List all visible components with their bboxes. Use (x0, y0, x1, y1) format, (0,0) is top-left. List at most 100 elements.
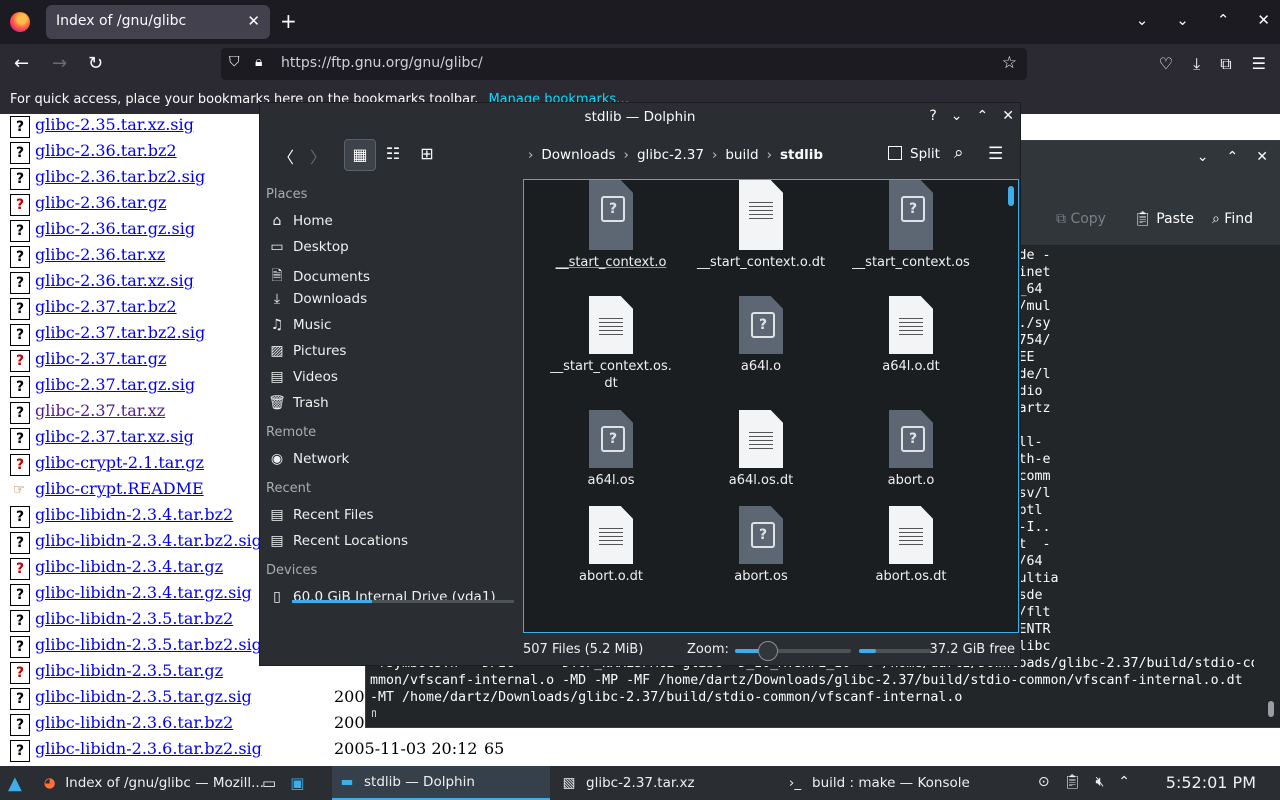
volume-muted-icon[interactable]: 🔇︎ (1095, 774, 1104, 790)
forward-icon[interactable]: 〉 (310, 144, 326, 168)
zoom-slider[interactable] (735, 641, 851, 661)
file-link[interactable]: glibc-2.37.tar.xz.sig (35, 427, 194, 446)
new-tab-icon[interactable]: + (280, 9, 297, 33)
file-link[interactable]: glibc-crypt.README (35, 479, 204, 498)
file-link[interactable]: glibc-2.36.tar.bz2.sig (35, 167, 205, 186)
downloads-icon[interactable]: ⤓ (1193, 54, 1200, 74)
breadcrumb-item[interactable]: build (725, 147, 758, 163)
taskbar-item[interactable]: ▧ glibc-2.37.tar.xz (554, 766, 782, 800)
file-item[interactable] (536, 180, 686, 242)
clock[interactable]: 5:52:01 PM (1166, 773, 1256, 792)
file-item[interactable]: a64l.os (536, 410, 686, 489)
close-window-icon[interactable]: ✕ (1257, 11, 1270, 29)
search-icon[interactable]: ⌕ (954, 143, 964, 163)
places-item[interactable]: ▨ Pictures (268, 343, 346, 359)
places-item[interactable]: 🗎︎ Documents (268, 265, 370, 289)
split-button[interactable]: Split (888, 146, 940, 162)
url-bar[interactable]: ⛉ 🔒︎ https://ftp.gnu.org/gnu/glibc/ ☆ (221, 48, 1027, 80)
places-item[interactable]: ♫ Music (268, 317, 332, 333)
file-item[interactable] (686, 180, 836, 242)
file-link[interactable]: glibc-libidn-2.3.5.tar.bz2 (35, 609, 233, 628)
places-item[interactable]: ⌂ Home (268, 213, 333, 229)
file-link[interactable]: glibc-2.35.tar.xz.sig (35, 115, 194, 134)
minimize-icon[interactable]: ⌄ (951, 108, 963, 124)
places-item[interactable]: ◉ Network (268, 451, 349, 467)
help-icon[interactable]: ? (929, 108, 936, 124)
store-icon[interactable]: ▣ (290, 774, 304, 792)
file-item[interactable]: abort.os (686, 506, 836, 585)
close-icon[interactable]: ✕ (1002, 108, 1014, 124)
file-link[interactable]: glibc-libidn-2.3.4.tar.gz.sig (35, 583, 252, 602)
file-link[interactable]: glibc-libidn-2.3.4.tar.gz (35, 557, 223, 576)
file-view[interactable]: __start_context.o __start_context.o.dt __s… (523, 179, 1019, 633)
close-tab-icon[interactable]: ✕ (247, 12, 260, 30)
file-link[interactable]: glibc-libidn-2.3.4.tar.bz2 (35, 505, 233, 524)
minimize-icon[interactable]: ⌄ (1197, 149, 1209, 165)
minimize-icon[interactable]: ⌄ (1176, 11, 1189, 29)
places-item[interactable]: ▭ Desktop (268, 239, 348, 255)
updates-icon[interactable]: ⊙ (1038, 774, 1050, 790)
file-item[interactable]: a64l.o (686, 296, 836, 375)
terminal-scrollbar[interactable] (1268, 249, 1274, 717)
breadcrumb-item[interactable]: Downloads (541, 147, 615, 163)
file-link[interactable]: glibc-libidn-2.3.5.tar.gz.sig (35, 687, 252, 706)
taskbar-item[interactable]: ▬ stdlib — Dolphin (332, 766, 550, 800)
file-item[interactable]: __start_context.os. dt (536, 296, 686, 392)
maximize-icon[interactable]: ⌃ (1217, 11, 1230, 29)
extensions-icon[interactable]: ⧉ (1220, 54, 1231, 74)
copy-button[interactable]: ⧉ Copy (1056, 211, 1106, 227)
clipboard-icon[interactable]: 📋︎ (1064, 774, 1082, 790)
file-link[interactable]: glibc-libidn-2.3.4.tar.bz2.sig (35, 531, 262, 550)
breadcrumb-item[interactable]: stdlib (780, 147, 823, 163)
reload-icon[interactable]: ↻ (88, 53, 103, 74)
places-item[interactable]: ▤ Videos (268, 369, 337, 385)
file-link[interactable]: glibc-2.37.tar.gz (35, 349, 166, 368)
zoom-slider-handle[interactable] (758, 641, 779, 661)
icons-view-icon[interactable]: ▦ (344, 139, 376, 171)
file-link[interactable]: glibc-libidn-2.3.6.tar.bz2.sig (35, 739, 262, 758)
browser-tab[interactable]: Index of /gnu/glibc ✕ (46, 5, 270, 39)
shield-icon[interactable]: ⛉ (229, 54, 240, 70)
paste-button[interactable]: 📋︎ Paste (1134, 211, 1194, 227)
breadcrumb-item[interactable]: glibc-2.37 (637, 147, 704, 163)
back-icon[interactable]: 〈 (278, 144, 294, 168)
file-link[interactable]: glibc-2.37.tar.xz (35, 401, 165, 420)
places-item[interactable]: 🗑︎ Trash (268, 395, 329, 411)
pocket-icon[interactable]: ♡ (1159, 54, 1173, 74)
file-link[interactable]: glibc-crypt-2.1.tar.gz (35, 453, 204, 472)
tray-expand-icon[interactable]: ⌃ (1118, 774, 1130, 790)
file-link[interactable]: glibc-2.36.tar.bz2 (35, 141, 177, 160)
hamburger-menu-icon[interactable]: ☰ (988, 144, 1003, 164)
taskbar-item[interactable]: ◕ Index of /gnu/glibc — Mozill... (36, 766, 264, 800)
file-item[interactable]: abort.o.dt (536, 506, 686, 585)
bookmark-star-icon[interactable]: ☆ (1002, 53, 1017, 73)
compact-view-icon[interactable]: ☷ (378, 139, 408, 169)
file-link[interactable]: glibc-2.36.tar.xz.sig (35, 271, 194, 290)
lock-icon[interactable]: 🔒︎ (255, 54, 262, 70)
file-link[interactable]: glibc-2.37.tar.bz2 (35, 297, 177, 316)
forward-icon[interactable]: → (52, 53, 67, 74)
back-icon[interactable]: ← (14, 53, 29, 74)
file-link[interactable]: glibc-libidn-2.3.5.tar.gz (35, 661, 223, 680)
file-item[interactable]: a64l.os.dt (686, 410, 836, 489)
places-item[interactable]: ▤ Recent Files (268, 507, 373, 523)
file-item[interactable] (836, 180, 986, 242)
file-link[interactable]: glibc-2.36.tar.gz.sig (35, 219, 195, 238)
app-launcher-icon[interactable]: ▲ (8, 766, 22, 800)
file-item[interactable]: a64l.o.dt (836, 296, 986, 375)
url-text[interactable]: https://ftp.gnu.org/gnu/glibc/ (281, 55, 483, 71)
maximize-icon[interactable]: ⌃ (1227, 149, 1239, 165)
file-link[interactable]: glibc-2.36.tar.gz (35, 193, 166, 212)
find-button[interactable]: ⌕ Find (1212, 211, 1253, 227)
file-link[interactable]: glibc-2.37.tar.bz2.sig (35, 323, 205, 342)
maximize-icon[interactable]: ⌃ (977, 108, 989, 124)
file-link[interactable]: glibc-2.37.tar.gz.sig (35, 375, 195, 394)
firefox-logo-icon[interactable] (10, 12, 30, 32)
taskbar-item[interactable]: ›_ build : make — Konsole (780, 766, 1026, 800)
show-desktop-icon[interactable]: ▭ (262, 774, 276, 792)
file-link[interactable]: glibc-libidn-2.3.5.tar.bz2.sig (35, 635, 262, 654)
file-item[interactable]: abort.os.dt (836, 506, 986, 585)
file-item[interactable]: abort.o (836, 410, 986, 489)
places-item[interactable]: ⤓ Downloads (268, 291, 367, 307)
file-link[interactable]: glibc-2.36.tar.xz (35, 245, 165, 264)
